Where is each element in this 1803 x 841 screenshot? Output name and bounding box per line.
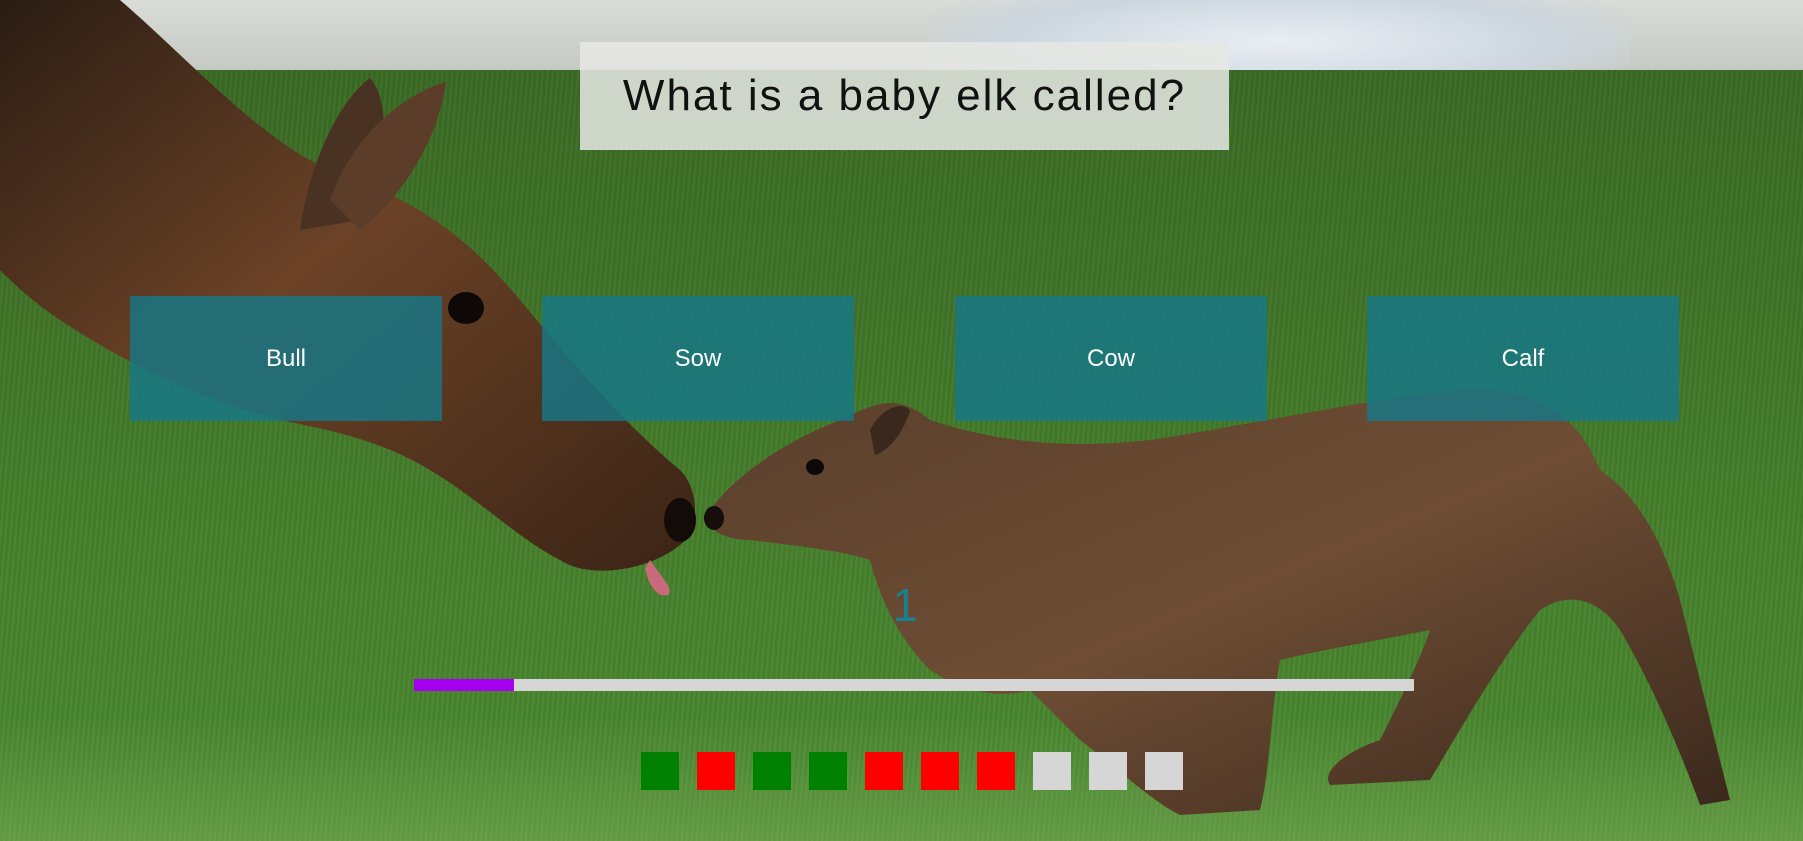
countdown-number: 1: [892, 579, 918, 631]
score-square-correct: [809, 752, 847, 790]
score-square-wrong: [977, 752, 1015, 790]
score-square-pending: [1033, 752, 1071, 790]
question-text: What is a baby elk called?: [622, 71, 1187, 120]
answer-button-bull[interactable]: Bull: [130, 296, 442, 421]
question-panel: What is a baby elk called?: [580, 42, 1229, 150]
answer-button-calf[interactable]: Calf: [1367, 296, 1679, 421]
score-square-pending: [1089, 752, 1127, 790]
score-square-correct: [641, 752, 679, 790]
score-tracker: [641, 752, 1183, 790]
score-square-pending: [1145, 752, 1183, 790]
score-square-wrong: [865, 752, 903, 790]
answer-button-cow[interactable]: Cow: [955, 296, 1267, 421]
timer-progress-fill: [414, 679, 514, 691]
answer-button-sow[interactable]: Sow: [542, 296, 854, 421]
score-square-wrong: [697, 752, 735, 790]
score-square-wrong: [921, 752, 959, 790]
timer-progress-bar: [414, 679, 1414, 691]
score-square-correct: [753, 752, 791, 790]
